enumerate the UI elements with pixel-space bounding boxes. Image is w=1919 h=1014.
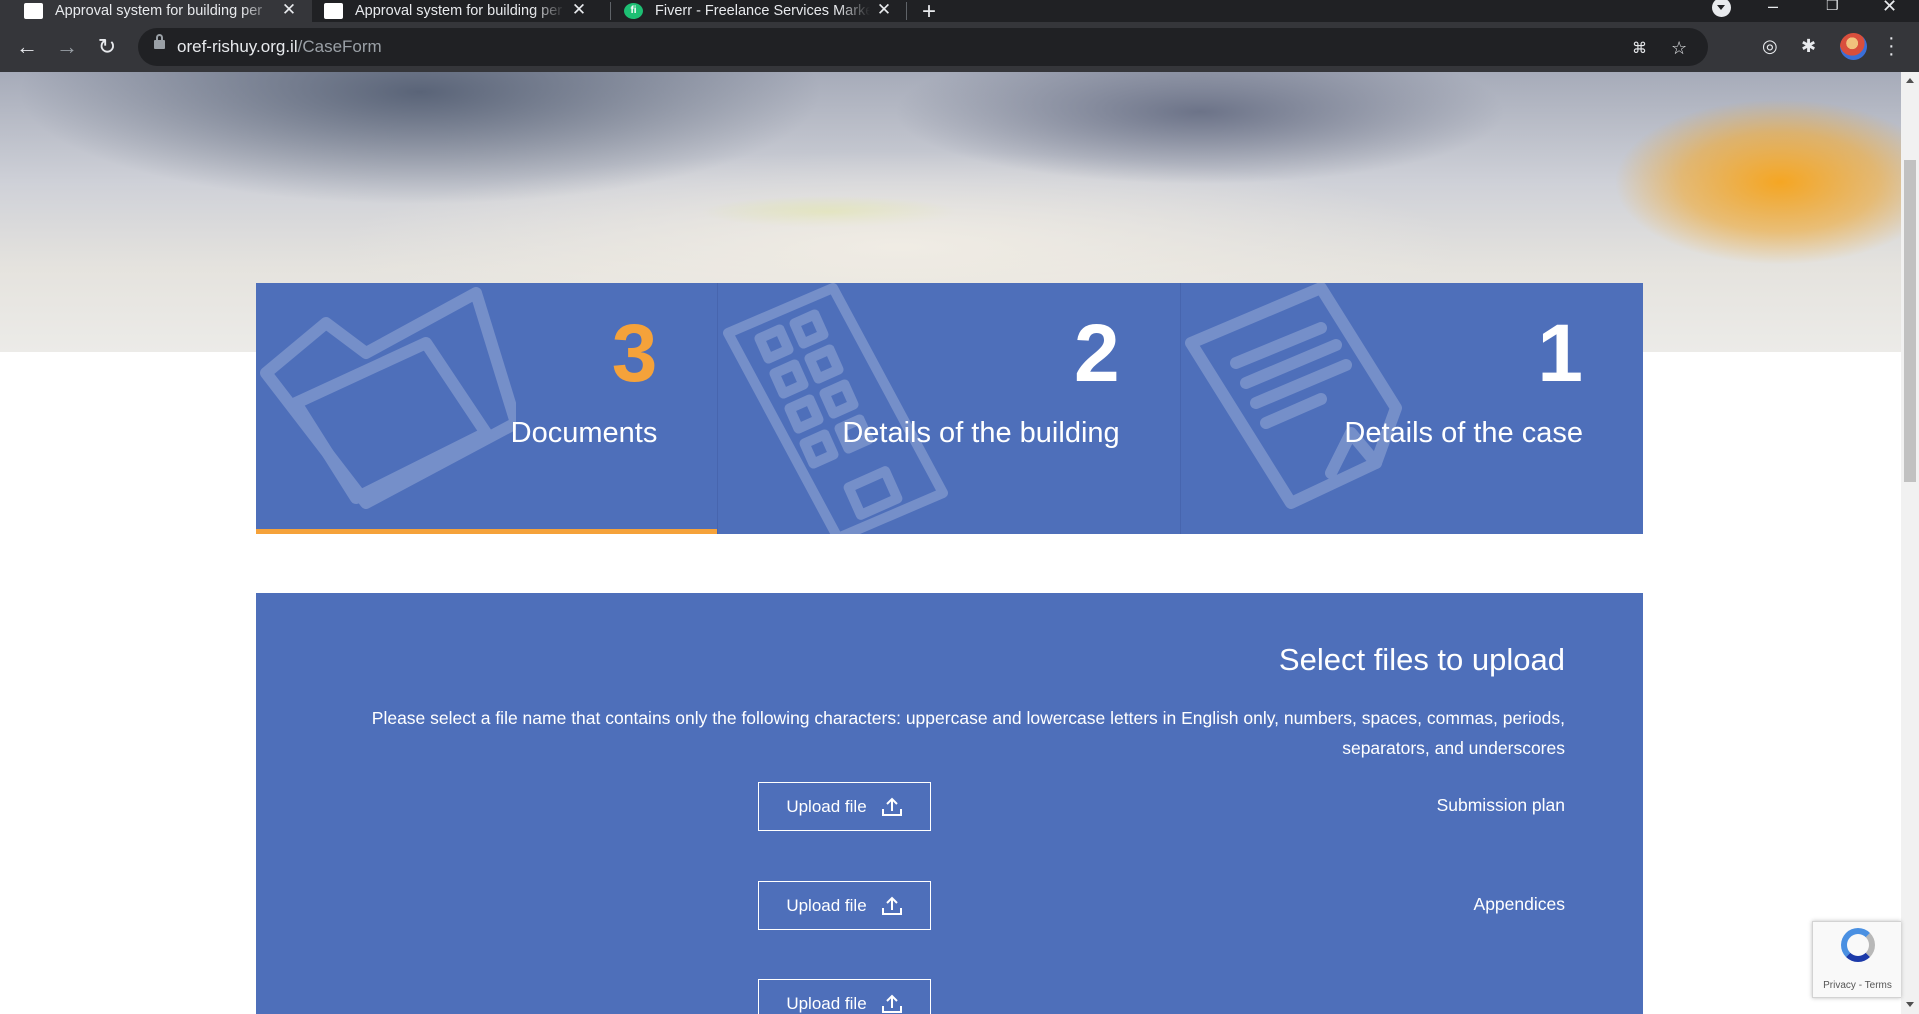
address-bar[interactable]: oref-rishuy.org.il/CaseForm ☆ ⌘ xyxy=(138,28,1708,66)
scrollbar-thumb[interactable] xyxy=(1904,160,1916,482)
step-documents[interactable]: 3 Documents xyxy=(256,283,719,534)
upload-file-button[interactable]: Upload file xyxy=(758,782,931,831)
bookmark-star-icon[interactable]: ☆ xyxy=(1671,38,1687,59)
browser-tab-bar: Approval system for building per ✕ Appro… xyxy=(0,0,1919,25)
section-title: Select files to upload xyxy=(1278,642,1565,677)
step-label: Details of the case xyxy=(1344,417,1583,449)
translate-icon[interactable]: ⌘ xyxy=(1632,39,1647,57)
page-favicon-icon xyxy=(324,3,343,19)
step-number: 2 xyxy=(1074,308,1120,399)
minimize-icon[interactable]: – xyxy=(1768,0,1778,17)
page-content: 3 Documents 2 Details of the building 1 … xyxy=(0,72,1901,1014)
document-type-label: Appendices xyxy=(1473,894,1565,914)
step-case-details[interactable]: 1 Details of the case xyxy=(1181,283,1643,534)
extension-target-icon[interactable]: ◎ xyxy=(1762,36,1778,57)
step-building-details[interactable]: 2 Details of the building xyxy=(718,283,1181,534)
file-upload-panel: Select files to upload Please select a f… xyxy=(256,593,1643,1014)
tab-search-icon[interactable] xyxy=(1712,0,1731,17)
tab-title: Approval system for building per xyxy=(355,3,563,19)
upload-file-button[interactable]: Upload file xyxy=(758,881,931,930)
url-text[interactable]: oref-rishuy.org.il/CaseForm xyxy=(177,37,382,57)
restore-icon[interactable]: ❐ xyxy=(1826,0,1839,14)
document-type-label: Submission plan xyxy=(1436,795,1565,815)
document-icon xyxy=(1184,283,1402,509)
file-name-instructions: Please select a file name that contains … xyxy=(371,708,1565,758)
browser-tab-2[interactable]: Approval system for building per ✕ xyxy=(300,0,600,22)
tab-title: Fiverr - Freelance Services Marke xyxy=(655,3,870,19)
close-icon[interactable]: ✕ xyxy=(571,1,587,19)
folder-icon xyxy=(260,287,516,509)
reload-icon[interactable]: ↻ xyxy=(90,30,124,64)
step-progress: 3 Documents 2 Details of the building 1 … xyxy=(256,283,1643,534)
building-icon xyxy=(723,283,949,534)
recaptcha-icon xyxy=(1841,928,1875,962)
recaptcha-links[interactable]: Privacy - Terms xyxy=(1813,980,1902,991)
close-icon[interactable]: ✕ xyxy=(281,1,297,19)
browser-tab-1[interactable]: Approval system for building per ✕ xyxy=(0,0,312,22)
browser-toolbar: ← → ↻ oref-rishuy.org.il/CaseForm ☆ ⌘ ◎ … xyxy=(0,22,1919,72)
page-favicon-icon xyxy=(24,3,43,19)
fiverr-favicon-icon: fi xyxy=(624,3,643,19)
browser-menu-icon[interactable]: · · · xyxy=(1888,28,1895,64)
scroll-up-icon[interactable] xyxy=(1906,78,1914,83)
scroll-down-icon[interactable] xyxy=(1906,1002,1914,1007)
avatar[interactable] xyxy=(1840,33,1867,60)
upload-file-button[interactable]: Upload file xyxy=(758,979,931,1014)
close-icon[interactable]: ✕ xyxy=(876,1,892,19)
browser-tab-3[interactable]: fi Fiverr - Freelance Services Marke ✕ xyxy=(600,0,900,22)
tab-separator xyxy=(906,2,907,20)
upload-icon xyxy=(881,994,902,1013)
upload-icon xyxy=(881,797,902,816)
step-number: 1 xyxy=(1537,308,1583,399)
step-label: Documents xyxy=(510,417,658,449)
tab-title: Approval system for building per xyxy=(55,3,263,19)
step-number: 3 xyxy=(611,308,658,399)
upload-icon xyxy=(881,896,902,915)
step-label: Details of the building xyxy=(842,417,1120,449)
page-scrollbar[interactable] xyxy=(1901,72,1919,1014)
active-step-indicator xyxy=(256,529,718,534)
extensions-puzzle-icon[interactable]: ✱ xyxy=(1801,36,1816,57)
window-close-icon[interactable]: ✕ xyxy=(1882,0,1897,17)
back-arrow-icon[interactable]: ← xyxy=(10,30,44,64)
recaptcha-badge[interactable]: Privacy - Terms xyxy=(1812,921,1901,998)
forward-arrow-icon[interactable]: → xyxy=(50,30,84,64)
lock-icon[interactable] xyxy=(154,34,165,49)
